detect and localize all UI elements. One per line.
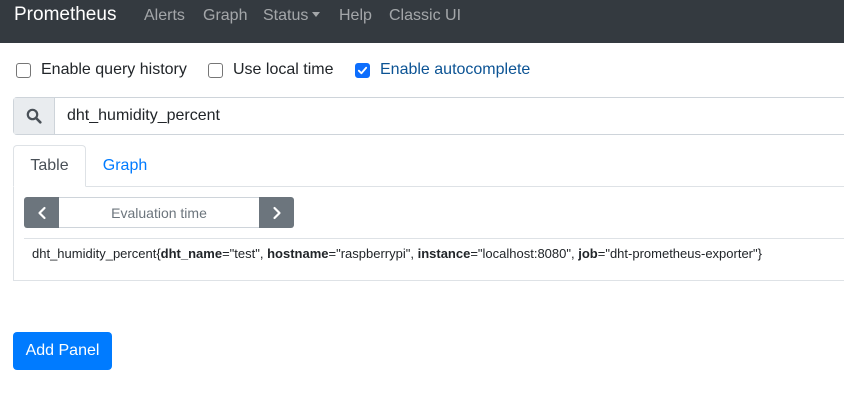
label-value: "raspberrypi" xyxy=(336,246,411,261)
check-icon xyxy=(357,66,368,74)
nav-status-label: Status xyxy=(263,7,309,24)
equals-sign: = xyxy=(470,246,478,261)
label-value: "dht-prometheus-exporter" xyxy=(605,246,758,261)
evaluation-time-input[interactable]: Evaluation time xyxy=(59,197,259,228)
close-brace: } xyxy=(757,246,762,261)
option-autocomplete[interactable]: Enable autocomplete xyxy=(355,60,530,80)
expression-input-group: dht_humidity_percent xyxy=(13,97,844,135)
result-divider xyxy=(24,238,844,239)
label-key: job xyxy=(578,246,598,261)
result-series: dht_humidity_percent{dht_name="test", ho… xyxy=(32,246,762,262)
nav-classic-ui[interactable]: Classic UI xyxy=(389,7,461,25)
metric-name: dht_humidity_percent xyxy=(32,246,157,261)
expression-input[interactable]: dht_humidity_percent xyxy=(67,107,220,125)
label-value: "localhost:8080" xyxy=(477,246,571,261)
equals-sign: = xyxy=(328,246,337,261)
tab-table[interactable]: Table xyxy=(13,145,86,187)
label-separator: , xyxy=(259,246,268,261)
tab-graph[interactable]: Graph xyxy=(86,145,164,187)
evaluation-time-group: Evaluation time xyxy=(24,197,294,228)
nav-alerts[interactable]: Alerts xyxy=(144,7,185,25)
search-icon[interactable] xyxy=(14,98,55,134)
local-time-label: Use local time xyxy=(233,61,334,78)
label-value: "test" xyxy=(229,246,260,261)
eval-prev-button[interactable] xyxy=(24,197,59,228)
eval-next-button[interactable] xyxy=(259,197,294,228)
equals-sign: = xyxy=(222,246,230,261)
label-separator: , xyxy=(410,246,418,261)
caret-down-icon xyxy=(312,12,321,17)
query-history-label: Enable query history xyxy=(41,61,187,78)
option-local-time[interactable]: Use local time xyxy=(208,60,333,80)
nav-graph[interactable]: Graph xyxy=(203,7,247,25)
label-key: hostname xyxy=(267,246,329,261)
brand-link[interactable]: Prometheus xyxy=(14,4,116,26)
autocomplete-checkbox[interactable] xyxy=(355,62,370,78)
autocomplete-label: Enable autocomplete xyxy=(380,61,531,78)
add-panel-button[interactable]: Add Panel xyxy=(13,332,112,370)
query-history-checkbox[interactable] xyxy=(16,62,31,78)
local-time-checkbox[interactable] xyxy=(208,62,223,78)
option-query-history[interactable]: Enable query history xyxy=(16,60,187,80)
navbar: Prometheus Alerts Graph Status Help Clas… xyxy=(0,0,844,43)
label-key: dht_name xyxy=(160,246,223,261)
nav-help[interactable]: Help xyxy=(339,7,372,25)
label-key: instance xyxy=(417,246,471,261)
nav-status-dropdown[interactable]: Status xyxy=(263,7,321,25)
chevron-right-icon xyxy=(272,206,281,219)
chevron-left-icon xyxy=(37,206,46,219)
